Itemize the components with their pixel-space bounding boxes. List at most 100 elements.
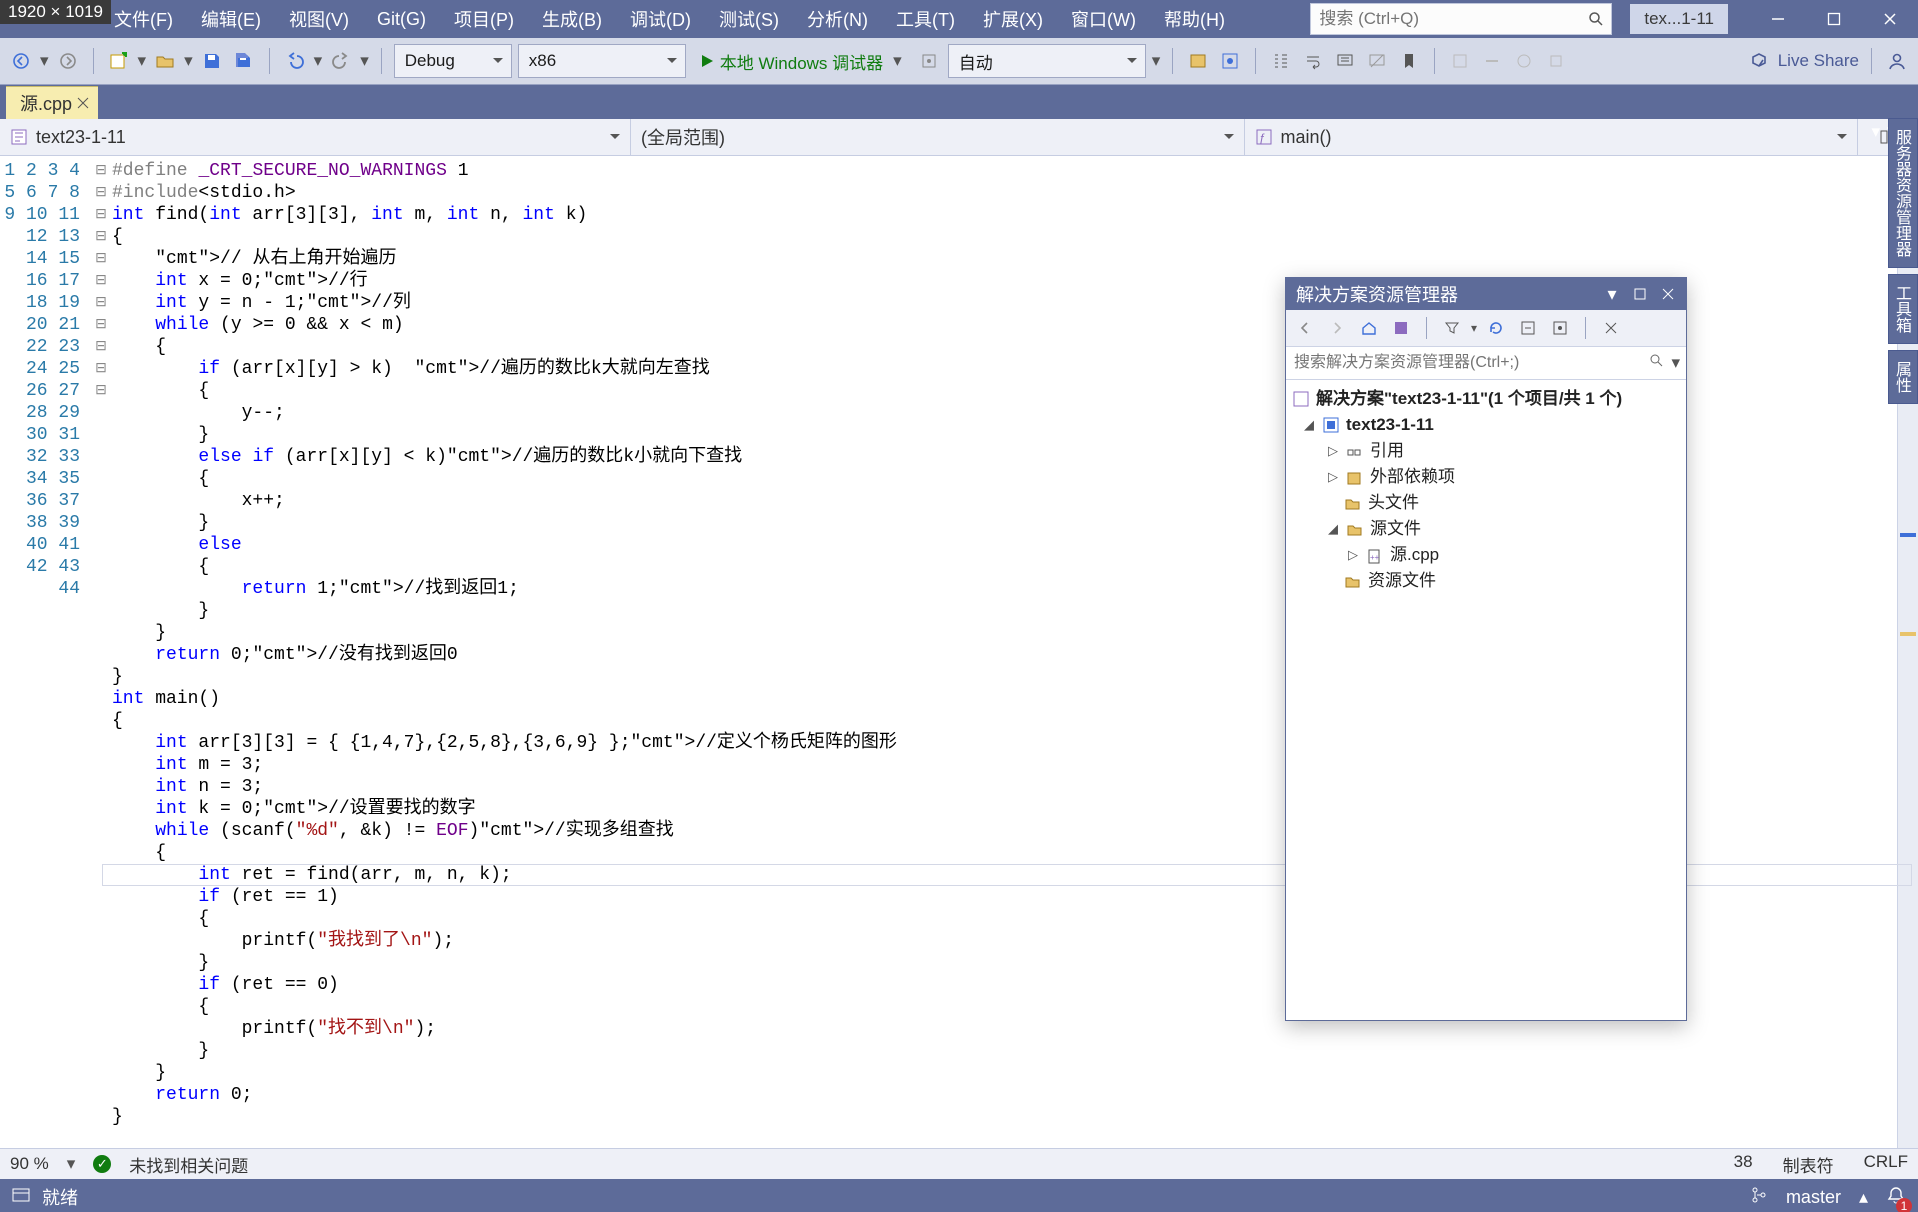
tree-expand-icon[interactable]: ◢ [1302, 412, 1316, 438]
tree-expand-icon[interactable]: ▷ [1326, 438, 1340, 464]
start-debugging-button[interactable]: 本地 Windows 调试器 ▾ [692, 45, 910, 77]
live-share-label[interactable]: Live Share [1778, 51, 1859, 71]
close-button[interactable] [1862, 0, 1918, 38]
title-search-input[interactable] [1311, 4, 1581, 34]
title-search[interactable] [1310, 3, 1612, 35]
line-wrap-icon[interactable] [1300, 48, 1326, 74]
se-filter-icon[interactable] [1439, 315, 1465, 341]
tree-expand-icon[interactable]: ▷ [1326, 464, 1340, 490]
menu-file[interactable]: 文件(F) [100, 0, 187, 38]
search-icon[interactable] [1581, 4, 1611, 34]
indent-guides-icon[interactable] [1268, 48, 1294, 74]
se-properties-icon[interactable] [1598, 315, 1624, 341]
solution-root[interactable]: 解决方案"text23-1-11"(1 个项目/共 1 个) [1316, 386, 1622, 412]
se-sync-icon[interactable] [1388, 315, 1414, 341]
document-tab-source-cpp[interactable]: 源.cpp [6, 86, 98, 119]
menu-project[interactable]: 项目(P) [440, 0, 528, 38]
debug-target-icon[interactable] [916, 48, 942, 74]
uncomment-icon[interactable] [1364, 48, 1390, 74]
zoom-level[interactable]: 90 % [10, 1154, 49, 1174]
nav-fwd-icon[interactable] [55, 48, 81, 74]
maximize-button[interactable] [1806, 0, 1862, 38]
line-number-gutter: 1 2 3 4 5 6 7 8 9 10 11 12 13 14 15 16 1… [0, 156, 90, 1148]
se-back-icon[interactable] [1292, 315, 1318, 341]
tree-resources[interactable]: 资源文件 [1368, 568, 1436, 594]
output-pane-icon[interactable] [12, 1186, 30, 1209]
dimension-badge: 1920 × 1019 [0, 0, 111, 24]
tree-extdeps[interactable]: 外部依赖项 [1370, 464, 1455, 490]
tb-misc-3-icon[interactable] [1447, 48, 1473, 74]
menu-edit[interactable]: 编辑(E) [187, 0, 275, 38]
tb-misc-1-icon[interactable] [1185, 48, 1211, 74]
tab-close-icon[interactable] [76, 94, 92, 110]
bookmark-icon[interactable] [1396, 48, 1422, 74]
save-icon[interactable] [199, 48, 225, 74]
project-node[interactable]: text23-1-11 [1346, 412, 1434, 438]
panel-maximize-icon[interactable] [1628, 282, 1652, 306]
open-icon[interactable] [152, 48, 178, 74]
platform-dropdown[interactable]: x86 [518, 44, 686, 78]
tree-expand-icon[interactable]: ▷ [1346, 542, 1360, 568]
tree-headers[interactable]: 头文件 [1368, 490, 1419, 516]
debug-mode-dropdown[interactable]: 自动 [948, 44, 1146, 78]
tree-sources[interactable]: 源文件 [1370, 516, 1421, 542]
configuration-dropdown[interactable]: Debug [394, 44, 512, 78]
document-tab-well: 源.cpp [0, 85, 1918, 119]
account-icon[interactable] [1884, 48, 1910, 74]
menu-debug[interactable]: 调试(D) [616, 0, 705, 38]
solution-explorer-panel[interactable]: 解决方案资源管理器 ▾ ▾ ▾ 解决方案"text23-1-11"(1 个项目/… [1285, 277, 1687, 1021]
tree-expand-icon[interactable]: ◢ [1326, 516, 1340, 542]
menu-git[interactable]: Git(G) [363, 0, 440, 38]
menu-help[interactable]: 帮助(H) [1150, 0, 1239, 38]
title-document-badge[interactable]: tex...1-11 [1630, 4, 1728, 34]
navbar-symbol-dropdown[interactable]: ƒ main() [1245, 119, 1859, 155]
tb-misc-6-icon[interactable] [1543, 48, 1569, 74]
menu-tools[interactable]: 工具(T) [882, 0, 969, 38]
outline-margin[interactable]: ⊟ ⊟ ⊟ ⊟ ⊟ ⊟ ⊟ ⊟ ⊟ ⊟ ⊟ [90, 156, 112, 1148]
se-collapse-icon[interactable] [1515, 315, 1541, 341]
line-ending-mode[interactable]: CRLF [1864, 1152, 1908, 1177]
tb-misc-4-icon[interactable] [1479, 48, 1505, 74]
tab-server-explorer[interactable]: 服务器资源管理器 [1888, 118, 1918, 268]
panel-dropdown-icon[interactable]: ▾ [1600, 282, 1624, 306]
main-toolbar: ▾ ▾ ▾ ▾ ▾ Debug x86 本地 Windows 调试器 ▾ 自动 … [0, 38, 1918, 85]
se-refresh-icon[interactable] [1483, 315, 1509, 341]
tb-misc-5-icon[interactable] [1511, 48, 1537, 74]
menu-analyze[interactable]: 分析(N) [793, 0, 882, 38]
solution-tree[interactable]: 解决方案"text23-1-11"(1 个项目/共 1 个) ◢ text23-1… [1286, 380, 1686, 600]
panel-close-icon[interactable] [1656, 282, 1680, 306]
se-home-icon[interactable] [1356, 315, 1382, 341]
issues-text[interactable]: 未找到相关问题 [129, 1152, 248, 1177]
right-tool-tabs: 服务器资源管理器 工具箱 属性 [1888, 118, 1918, 404]
save-all-icon[interactable] [231, 48, 257, 74]
se-showall-icon[interactable] [1547, 315, 1573, 341]
menu-view[interactable]: 视图(V) [275, 0, 363, 38]
nav-back-icon[interactable] [8, 48, 34, 74]
tree-refs[interactable]: 引用 [1370, 438, 1404, 464]
se-fwd-icon[interactable] [1324, 315, 1350, 341]
notifications-button[interactable]: 1 [1886, 1185, 1906, 1210]
menu-test[interactable]: 测试(S) [705, 0, 793, 38]
search-icon[interactable] [1649, 353, 1665, 374]
tree-source-file[interactable]: 源.cpp [1390, 542, 1439, 568]
tab-toolbox[interactable]: 工具箱 [1888, 274, 1918, 344]
undo-icon[interactable] [282, 48, 308, 74]
solution-explorer-search-input[interactable] [1292, 346, 1649, 380]
tb-misc-2-icon[interactable] [1217, 48, 1243, 74]
indentation-mode[interactable]: 制表符 [1783, 1152, 1834, 1177]
live-share-icon[interactable] [1746, 48, 1772, 74]
menu-extensions[interactable]: 扩展(X) [969, 0, 1057, 38]
branch-name[interactable]: master [1786, 1187, 1841, 1208]
minimize-button[interactable] [1750, 0, 1806, 38]
solution-explorer-search[interactable]: ▾ [1286, 347, 1686, 380]
menu-build[interactable]: 生成(B) [528, 0, 616, 38]
comment-icon[interactable] [1332, 48, 1358, 74]
navbar-file-dropdown[interactable]: text23-1-11 [0, 119, 631, 155]
menu-window[interactable]: 窗口(W) [1057, 0, 1150, 38]
new-item-icon[interactable] [106, 48, 132, 74]
navbar-scope-dropdown[interactable]: (全局范围) [631, 119, 1245, 155]
branch-icon[interactable] [1750, 1186, 1768, 1209]
redo-icon[interactable] [328, 48, 354, 74]
solution-explorer-titlebar[interactable]: 解决方案资源管理器 ▾ [1286, 278, 1686, 310]
tab-properties[interactable]: 属性 [1888, 350, 1918, 404]
